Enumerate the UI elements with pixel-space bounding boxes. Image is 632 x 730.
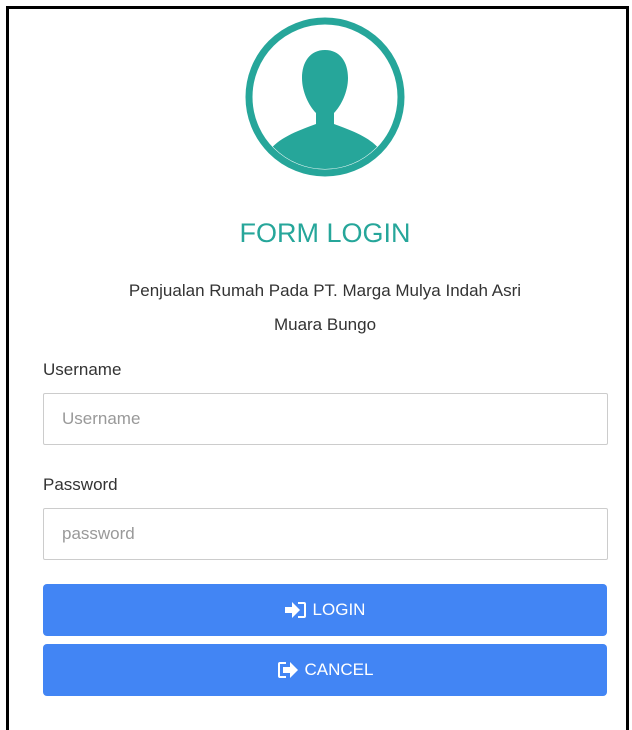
cancel-label: CANCEL <box>304 660 374 679</box>
username-label: Username <box>43 360 122 379</box>
cancel-button[interactable]: CANCEL <box>43 644 607 696</box>
sign-out-icon <box>277 662 298 678</box>
password-input[interactable] <box>43 508 608 560</box>
username-input[interactable] <box>43 393 608 445</box>
user-avatar-icon <box>245 17 405 177</box>
subtitle-line-2: Muara Bungo <box>273 315 377 334</box>
password-label: Password <box>43 475 118 494</box>
login-button[interactable]: LOGIN <box>43 584 607 636</box>
login-label: LOGIN <box>312 600 366 619</box>
form-title: FORM LOGIN <box>239 218 411 248</box>
subtitle-line-1: Penjualan Rumah Pada PT. Marga Mulya Ind… <box>128 281 522 300</box>
form-subtitle: Penjualan Rumah Pada PT. Marga Mulya Ind… <box>0 274 632 342</box>
sign-in-icon <box>284 602 306 618</box>
